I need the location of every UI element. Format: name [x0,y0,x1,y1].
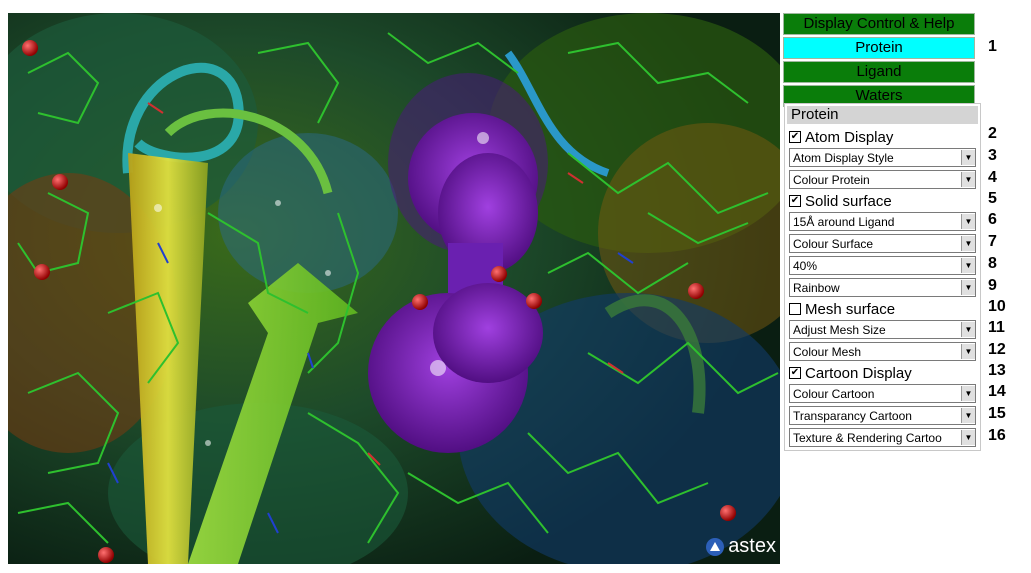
dropdown-arrow-icon: ▼ [961,430,975,445]
callout-2: 2 [988,125,997,142]
dropdown-arrow-icon: ▼ [961,258,975,273]
atom-display-style-select[interactable]: Atom Display Style ▼ [789,148,976,167]
display-control-menu: Display Control & Help Protein Ligand Wa… [783,13,975,109]
astex-logo-icon [706,537,725,556]
menu-ligand[interactable]: Ligand [783,61,975,83]
colour-mesh-select[interactable]: Colour Mesh ▼ [789,342,976,361]
callout-16: 16 [988,427,1006,444]
molecule-viewer[interactable]: astex [8,13,780,564]
atom-display-checkbox[interactable]: ✔ Atom Display [789,127,977,147]
astex-logo: astex [706,535,776,558]
callout-15: 15 [988,405,1006,422]
callout-13: 13 [988,362,1006,379]
callout-14: 14 [988,383,1006,400]
texture-rendering-select[interactable]: Texture & Rendering Cartoo ▼ [789,428,976,447]
dropdown-arrow-icon: ▼ [961,322,975,337]
dropdown-arrow-icon: ▼ [961,280,975,295]
menu-protein[interactable]: Protein [783,37,975,59]
protein-panel: Protein ✔ Atom Display Atom Display Styl… [784,103,981,451]
callout-7: 7 [988,233,997,250]
protein-panel-title: Protein [787,106,978,124]
checkbox-checked-icon: ✔ [789,195,801,207]
callout-1: 1 [988,38,997,55]
colour-cartoon-select[interactable]: Colour Cartoon ▼ [789,384,976,403]
mesh-surface-checkbox[interactable]: Mesh surface [789,299,977,319]
checkbox-checked-icon: ✔ [789,367,801,379]
callout-5: 5 [988,190,997,207]
callout-11: 11 [988,319,1005,336]
callout-6: 6 [988,211,997,228]
dropdown-arrow-icon: ▼ [961,386,975,401]
callout-9: 9 [988,277,997,294]
dropdown-arrow-icon: ▼ [961,150,975,165]
callout-3: 3 [988,147,997,164]
surface-range-select[interactable]: 15Å around Ligand ▼ [789,212,976,231]
surface-transparency-select[interactable]: 40% ▼ [789,256,976,275]
dropdown-arrow-icon: ▼ [961,236,975,251]
dropdown-arrow-icon: ▼ [961,172,975,187]
checkbox-checked-icon: ✔ [789,131,801,143]
solid-surface-checkbox[interactable]: ✔ Solid surface [789,191,977,211]
transparency-cartoon-select[interactable]: Transparancy Cartoon ▼ [789,406,976,425]
colour-scheme-select[interactable]: Rainbow ▼ [789,278,976,297]
dropdown-arrow-icon: ▼ [961,344,975,359]
callout-4: 4 [988,169,997,186]
dropdown-arrow-icon: ▼ [961,408,975,423]
colour-protein-select[interactable]: Colour Protein ▼ [789,170,976,189]
adjust-mesh-size-select[interactable]: Adjust Mesh Size ▼ [789,320,976,339]
callout-10: 10 [988,298,1006,315]
callout-8: 8 [988,255,997,272]
checkbox-unchecked-icon [789,303,801,315]
cartoon-display-checkbox[interactable]: ✔ Cartoon Display [789,363,977,383]
molecule-scene [8,13,780,564]
dropdown-arrow-icon: ▼ [961,214,975,229]
colour-surface-select[interactable]: Colour Surface ▼ [789,234,976,253]
display-control-help-header[interactable]: Display Control & Help [783,13,975,35]
callout-12: 12 [988,341,1006,358]
